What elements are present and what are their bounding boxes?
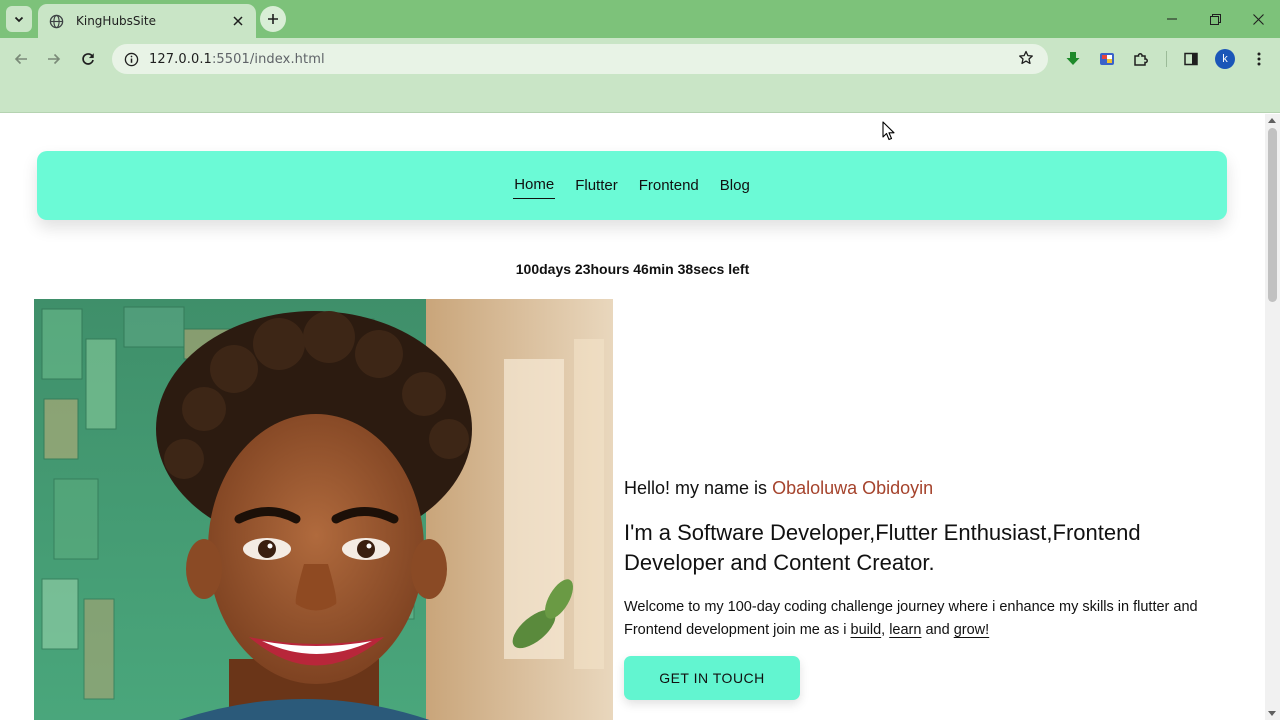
scroll-down-arrow-icon[interactable]: [1268, 711, 1276, 716]
plus-icon: [268, 14, 278, 24]
forward-button[interactable]: [41, 46, 67, 72]
role-heading: I'm a Software Developer,Flutter Enthusi…: [624, 520, 1141, 575]
scroll-thumb[interactable]: [1268, 128, 1277, 302]
build-word: build: [850, 622, 882, 638]
minimize-button[interactable]: [1150, 0, 1194, 38]
reload-icon: [82, 53, 94, 65]
arrow-right-icon: [48, 53, 61, 65]
nav-link-blog[interactable]: Blog: [719, 173, 751, 199]
info-icon[interactable]: [122, 50, 140, 68]
nav-link-flutter[interactable]: Flutter: [574, 173, 619, 199]
scroll-up-arrow-icon[interactable]: [1268, 118, 1276, 123]
close-window-button[interactable]: [1236, 0, 1280, 38]
avatar: k: [1215, 49, 1235, 69]
nav-link-home[interactable]: Home: [513, 172, 556, 199]
tab-title: KingHubsSite: [76, 14, 156, 28]
page-viewport: Home Flutter Frontend Blog 100days 23hou…: [0, 114, 1265, 720]
browser-menu-button[interactable]: [1246, 46, 1272, 72]
mouse-cursor-icon: [882, 121, 895, 141]
tab-search-button[interactable]: [6, 6, 32, 32]
star-icon[interactable]: [1018, 50, 1036, 68]
minimize-icon: [1167, 18, 1177, 20]
new-tab-button[interactable]: [260, 6, 286, 32]
address-bar[interactable]: 127.0.0.1:5501/index.html: [112, 44, 1048, 74]
url-text: 127.0.0.1:5501/index.html: [149, 52, 325, 67]
bookmarks-bar: [0, 80, 1280, 113]
download-icon: [1066, 52, 1080, 65]
and-word: and: [925, 622, 950, 638]
side-panel-button[interactable]: [1178, 46, 1204, 72]
url-path: :5501/index.html: [211, 51, 325, 67]
countdown-timer: 100days 23hours 46min 38secs left: [515, 261, 750, 277]
greeting-prefix: Hello! my name is: [624, 478, 768, 498]
side-panel-icon: [1184, 52, 1198, 66]
profile-portrait-image: [34, 299, 613, 720]
extensions-button[interactable]: [1128, 46, 1154, 72]
site-navbar: Home Flutter Frontend Blog: [37, 151, 1227, 220]
get-in-touch-button[interactable]: GET IN TOUCH: [624, 656, 800, 700]
reload-button[interactable]: [75, 46, 101, 72]
author-name: Obaloluwa Obidoyin: [772, 478, 934, 498]
close-tab-icon[interactable]: [230, 13, 246, 29]
intro-paragraph: Welcome to my 100-day coding challenge j…: [624, 599, 1198, 638]
close-icon: [1252, 13, 1264, 25]
restore-icon: [1209, 13, 1221, 25]
download-button[interactable]: [1060, 46, 1086, 72]
arrow-left-icon: [14, 53, 27, 65]
chevron-down-icon: [14, 16, 24, 23]
nav-link-frontend[interactable]: Frontend: [638, 173, 700, 199]
profile-button[interactable]: k: [1212, 46, 1238, 72]
extension-app-icon: [1100, 53, 1114, 65]
page-scrollbar[interactable]: [1265, 114, 1280, 720]
back-button[interactable]: [8, 46, 34, 72]
url-host: 127.0.0.1: [149, 51, 212, 67]
greeting: Hello! my name is Obaloluwa Obidoyin: [624, 478, 1224, 499]
globe-icon: [48, 13, 64, 29]
puzzle-icon: [1134, 53, 1148, 66]
toolbar-divider: [1166, 51, 1167, 67]
browser-tab[interactable]: KingHubsSite: [38, 4, 256, 38]
restore-button[interactable]: [1193, 0, 1237, 38]
learn-word: learn: [889, 622, 922, 638]
tab-strip: KingHubsSite: [0, 0, 1280, 38]
extension-button[interactable]: [1094, 46, 1120, 72]
hero-text: Hello! my name is Obaloluwa Obidoyin I'm…: [624, 478, 1224, 700]
kebab-menu-icon: [1257, 52, 1261, 66]
grow-word: grow!: [953, 622, 990, 638]
